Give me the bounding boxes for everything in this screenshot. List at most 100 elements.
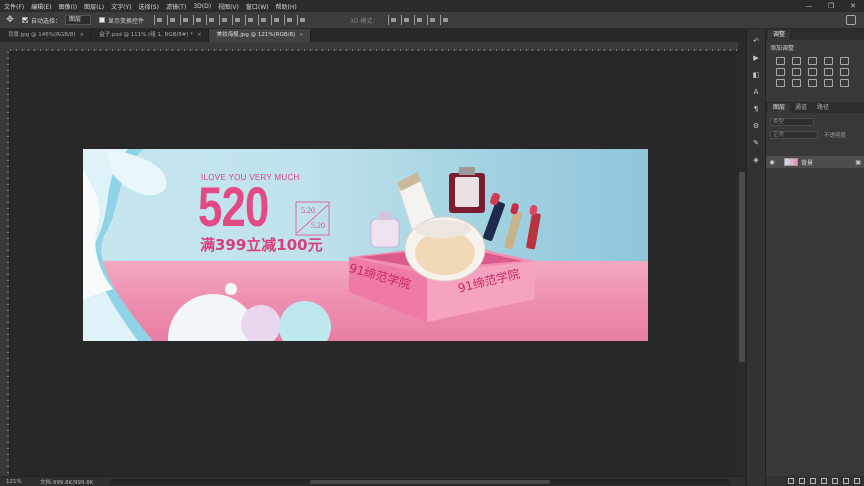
distribute-center-icon[interactable] xyxy=(284,15,294,25)
posterize-icon[interactable] xyxy=(792,79,801,87)
menu-type[interactable]: 文字(Y) xyxy=(111,2,131,11)
color-balance-icon[interactable] xyxy=(792,68,801,76)
vertical-ruler[interactable] xyxy=(0,52,10,476)
photo-filter-icon[interactable] xyxy=(824,68,833,76)
scroll-thumb[interactable] xyxy=(310,480,550,484)
vibrance-icon[interactable] xyxy=(840,57,849,65)
align-left-icon[interactable] xyxy=(154,15,164,25)
doc-size[interactable]: 文档:999.8K/999.8K xyxy=(40,478,93,486)
menu-select[interactable]: 选择(S) xyxy=(138,2,159,11)
show-transform-label: 显示变换控件 xyxy=(108,17,145,25)
scroll-thumb[interactable] xyxy=(739,172,745,362)
3d-scale-icon[interactable] xyxy=(440,15,450,25)
3d-roll-icon[interactable] xyxy=(401,15,411,25)
3d-drag-icon[interactable] xyxy=(414,15,424,25)
workspace-icon[interactable] xyxy=(846,15,856,25)
align-bottom-icon[interactable] xyxy=(219,15,229,25)
layer-background[interactable]: ◉ 背景 ▣ xyxy=(766,156,864,168)
delete-layer-icon[interactable] xyxy=(854,478,860,484)
distribute-top-icon[interactable] xyxy=(232,15,242,25)
3d-rotate-icon[interactable] xyxy=(388,15,398,25)
menu-file[interactable]: 文件(F) xyxy=(4,2,24,11)
paragraph-icon[interactable]: ¶ xyxy=(750,104,762,114)
new-layer-icon[interactable] xyxy=(843,478,849,484)
menu-3d[interactable]: 3D(D) xyxy=(193,3,211,10)
align-top-icon[interactable] xyxy=(193,15,203,25)
layer-comps-icon[interactable]: ◈ xyxy=(750,155,762,165)
character-icon[interactable]: A xyxy=(750,87,762,97)
hue-saturation-icon[interactable] xyxy=(776,68,785,76)
threshold-icon[interactable] xyxy=(808,79,817,87)
vertical-scrollbar[interactable] xyxy=(738,42,746,476)
tab-background[interactable]: 背景.jpg @ 146%(RGB/8) × xyxy=(0,29,92,42)
tab-cosmetics-poster[interactable]: 美妆海报.jpg @ 121%(RGB/8) × xyxy=(208,29,311,42)
horizontal-scrollbar[interactable] xyxy=(110,479,730,485)
auto-select-dropdown[interactable]: 图层 xyxy=(65,15,92,25)
lipstick-2 xyxy=(504,211,523,250)
layer-style-icon[interactable] xyxy=(799,478,805,484)
status-bar: 121% 文档:999.8K/999.8K xyxy=(0,476,746,486)
distribute-right-icon[interactable] xyxy=(297,15,307,25)
menu-edit[interactable]: 编辑(E) xyxy=(31,2,51,11)
link-layers-icon[interactable] xyxy=(788,478,794,484)
gradient-map-icon[interactable] xyxy=(824,79,833,87)
add-mask-icon[interactable] xyxy=(810,478,816,484)
channel-mixer-icon[interactable] xyxy=(840,68,849,76)
promo-text: 满399立减100元 xyxy=(200,236,323,254)
menu-help[interactable]: 帮助(H) xyxy=(276,2,297,11)
date-bottom-text: 5.20 xyxy=(311,221,325,230)
levels-icon[interactable] xyxy=(792,57,801,65)
blend-row: 正常 不透明度 xyxy=(766,130,864,140)
layer-kind-filter[interactable]: 类型 xyxy=(770,118,814,126)
black-white-icon[interactable] xyxy=(808,68,817,76)
align-right-icon[interactable] xyxy=(180,15,190,25)
eye-icon[interactable]: ◉ xyxy=(766,159,778,166)
close-icon[interactable]: ✕ xyxy=(842,0,864,12)
menu-image[interactable]: 图像(I) xyxy=(59,2,77,11)
close-tab-icon[interactable]: × xyxy=(79,32,84,38)
zoom-level[interactable]: 121% xyxy=(0,479,28,485)
tab-adjustments[interactable]: 调整 xyxy=(768,30,791,40)
show-transform-checkbox[interactable] xyxy=(99,17,106,23)
blend-mode-select[interactable]: 正常 xyxy=(770,131,818,139)
menu-filter[interactable]: 滤镜(T) xyxy=(166,2,186,11)
selective-color-icon[interactable] xyxy=(840,79,849,87)
distribute-middle-icon[interactable] xyxy=(245,15,255,25)
tab-channels[interactable]: 通道 xyxy=(790,103,812,113)
curves-icon[interactable] xyxy=(808,57,817,65)
menu-window[interactable]: 窗口(W) xyxy=(246,2,269,11)
horizontal-ruler[interactable] xyxy=(10,42,740,52)
move-tool-icon[interactable]: ✥ xyxy=(4,14,16,26)
flacon xyxy=(370,218,400,248)
close-tab-icon[interactable]: × xyxy=(197,32,202,38)
document-canvas[interactable]: ILOVE YOU VERY MUCH 520 5.20 5.20 满399立减… xyxy=(83,149,648,341)
bottle-label xyxy=(455,177,479,207)
distribute-left-icon[interactable] xyxy=(271,15,281,25)
notes-icon[interactable]: ✎ xyxy=(750,138,762,148)
properties-icon[interactable]: ◧ xyxy=(750,70,762,80)
new-group-icon[interactable] xyxy=(832,478,838,484)
brightness-icon[interactable] xyxy=(776,57,785,65)
tool-presets-icon[interactable]: ⚙ xyxy=(750,121,762,131)
close-tab-icon[interactable]: × xyxy=(299,32,304,38)
auto-select-checkbox[interactable] xyxy=(22,17,28,23)
exposure-icon[interactable] xyxy=(824,57,833,65)
menu-view[interactable]: 视图(V) xyxy=(218,2,239,11)
new-adjustment-icon[interactable] xyxy=(821,478,827,484)
tab-paths[interactable]: 路径 xyxy=(812,103,834,113)
tab-box[interactable]: 盒子.psd @ 111% (组 1, RGB/8#) * × xyxy=(91,29,209,42)
invert-icon[interactable] xyxy=(776,79,785,87)
3d-slide-icon[interactable] xyxy=(427,15,437,25)
align-middle-icon[interactable] xyxy=(206,15,216,25)
minimize-icon[interactable]: — xyxy=(798,0,820,12)
menu-layer[interactable]: 图层(L) xyxy=(84,2,104,11)
tab-layers[interactable]: 图层 xyxy=(768,103,791,113)
restore-icon[interactable]: ❐ xyxy=(820,0,842,12)
ruler-corner xyxy=(0,42,10,52)
history-icon[interactable]: ↶ xyxy=(750,36,762,46)
opacity-label: 不透明度 xyxy=(824,133,847,139)
actions-icon[interactable]: ▶ xyxy=(750,53,762,63)
align-center-icon[interactable] xyxy=(167,15,177,25)
distribute-bottom-icon[interactable] xyxy=(258,15,268,25)
mode-3d-label: 3D 模式： xyxy=(350,17,379,25)
